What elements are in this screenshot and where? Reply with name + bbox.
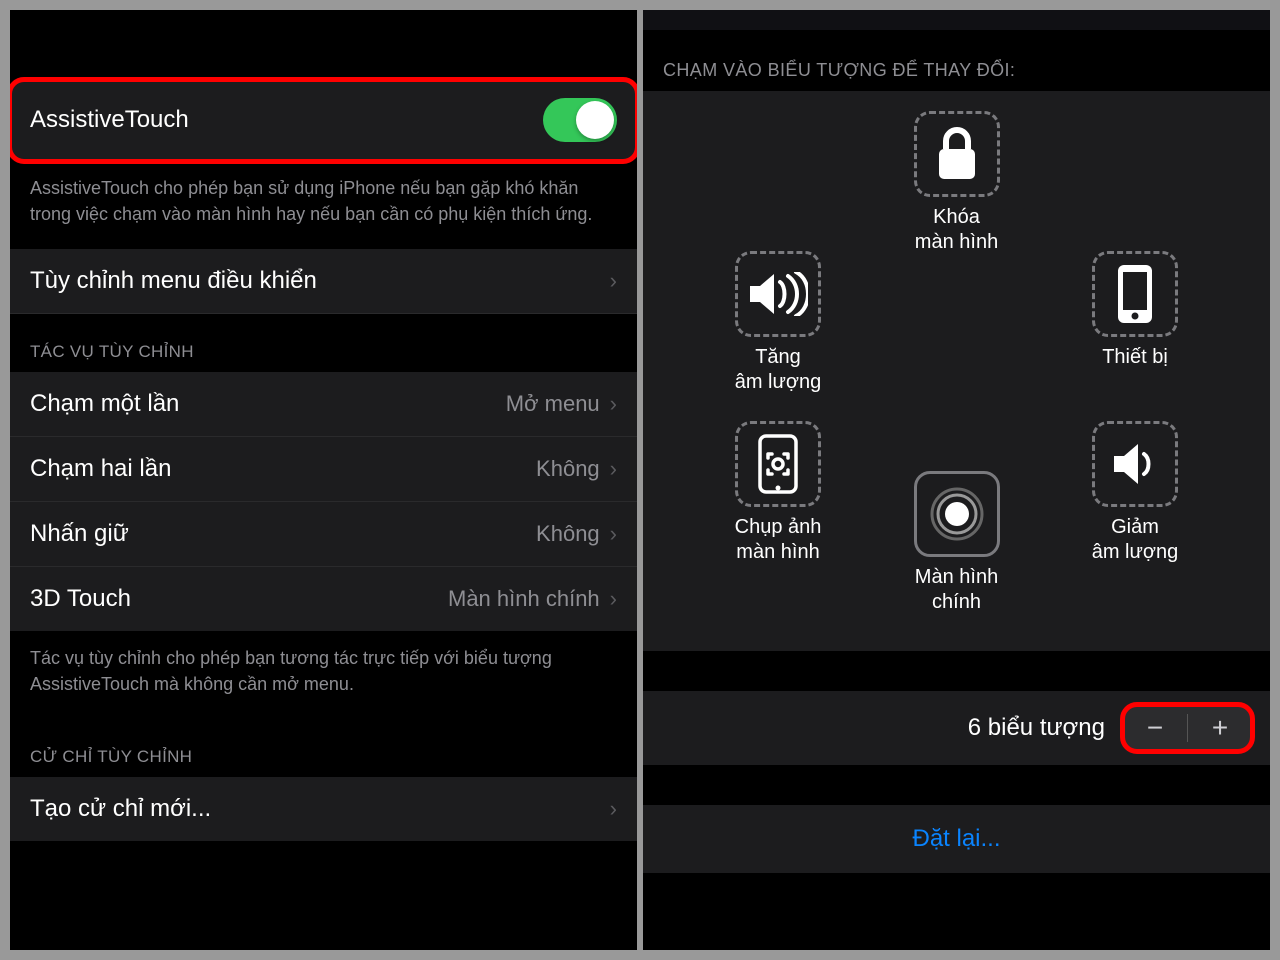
slot-lock-screen[interactable]: Khóamàn hình	[892, 111, 1022, 255]
slot-label: Tăngâm lượng	[713, 345, 843, 395]
slot-label: Màn hình chính	[892, 565, 1022, 615]
reset-row[interactable]: Đặt lại...	[643, 805, 1270, 873]
chevron-right-icon: ›	[610, 268, 617, 294]
icon-grid: Khóamàn hình Tăngâm lượng	[643, 91, 1270, 651]
custom-actions-header: TÁC VỤ TÙY CHỈNH	[10, 314, 637, 372]
chevron-right-icon: ›	[610, 391, 617, 417]
row-value: Mở menu	[506, 391, 600, 417]
home-button-icon	[930, 487, 984, 541]
single-tap-row[interactable]: Chạm một lần Mở menu ›	[10, 372, 637, 437]
device-icon	[1115, 262, 1155, 326]
icon-count-row: 6 biểu tượng − +	[643, 691, 1270, 765]
row-label: 3D Touch	[30, 585, 131, 613]
volume-down-icon	[1110, 442, 1160, 486]
long-press-row[interactable]: Nhấn giữ Không ›	[10, 502, 637, 567]
slot-volume-up[interactable]: Tăngâm lượng	[713, 251, 843, 395]
spacer	[10, 10, 637, 80]
slot-label: Giảmâm lượng	[1070, 515, 1200, 565]
increment-button[interactable]: +	[1188, 705, 1252, 751]
double-tap-row[interactable]: Chạm hai lần Không ›	[10, 437, 637, 502]
custom-actions-group: Chạm một lần Mở menu › Chạm hai lần Khôn…	[10, 372, 637, 631]
chevron-right-icon: ›	[610, 586, 617, 612]
toggle-knob	[576, 101, 614, 139]
customize-menu-panel: CHẠM VÀO BIỂU TƯỢNG ĐỂ THAY ĐỔI: Khóamàn…	[643, 10, 1270, 950]
chevron-right-icon: ›	[610, 521, 617, 547]
screenshot-icon	[756, 432, 800, 496]
lock-icon	[935, 127, 979, 181]
slot-label: Chụp ảnhmàn hình	[713, 515, 843, 565]
panel-instruction-header: CHẠM VÀO BIỂU TƯỢNG ĐỂ THAY ĐỔI:	[643, 30, 1270, 91]
3d-touch-row[interactable]: 3D Touch Màn hình chính ›	[10, 567, 637, 631]
customize-menu-row[interactable]: Tùy chỉnh menu điều khiển ›	[10, 249, 637, 314]
assistivetouch-toggle-row[interactable]: AssistiveTouch	[10, 80, 637, 161]
reset-link[interactable]: Đặt lại...	[912, 825, 1000, 852]
row-value: Không	[536, 521, 600, 547]
row-label: Chạm hai lần	[30, 455, 171, 483]
chevron-right-icon: ›	[610, 456, 617, 482]
create-gesture-label: Tạo cử chỉ mới...	[30, 795, 211, 823]
icon-count-stepper: − +	[1123, 705, 1252, 751]
settings-left-panel: AssistiveTouch AssistiveTouch cho phép b…	[10, 10, 637, 950]
assistivetouch-label: AssistiveTouch	[30, 106, 189, 134]
icon-count-label: 6 biểu tượng	[968, 714, 1105, 742]
custom-actions-description: Tác vụ tùy chỉnh cho phép bạn tương tác …	[10, 631, 637, 719]
volume-up-icon	[748, 272, 808, 316]
custom-gesture-header: CỬ CHỈ TÙY CHỈNH	[10, 719, 637, 777]
slot-device[interactable]: Thiết bị	[1070, 251, 1200, 370]
row-label: Chạm một lần	[30, 390, 179, 418]
assistivetouch-toggle[interactable]	[543, 98, 617, 142]
slot-label: Khóamàn hình	[892, 205, 1022, 255]
slot-volume-down[interactable]: Giảmâm lượng	[1070, 421, 1200, 565]
chevron-right-icon: ›	[610, 796, 617, 822]
decrement-button[interactable]: −	[1123, 705, 1187, 751]
create-gesture-row[interactable]: Tạo cử chỉ mới... ›	[10, 777, 637, 841]
row-value: Màn hình chính	[448, 586, 600, 612]
row-value: Không	[536, 456, 600, 482]
slot-home[interactable]: Màn hình chính	[892, 471, 1022, 615]
slot-label: Thiết bị	[1070, 345, 1200, 370]
assistivetouch-description: AssistiveTouch cho phép bạn sử dụng iPho…	[10, 161, 637, 249]
status-bar-area	[643, 10, 1270, 30]
customize-menu-label: Tùy chỉnh menu điều khiển	[30, 267, 317, 295]
slot-screenshot[interactable]: Chụp ảnhmàn hình	[713, 421, 843, 565]
row-label: Nhấn giữ	[30, 520, 129, 548]
